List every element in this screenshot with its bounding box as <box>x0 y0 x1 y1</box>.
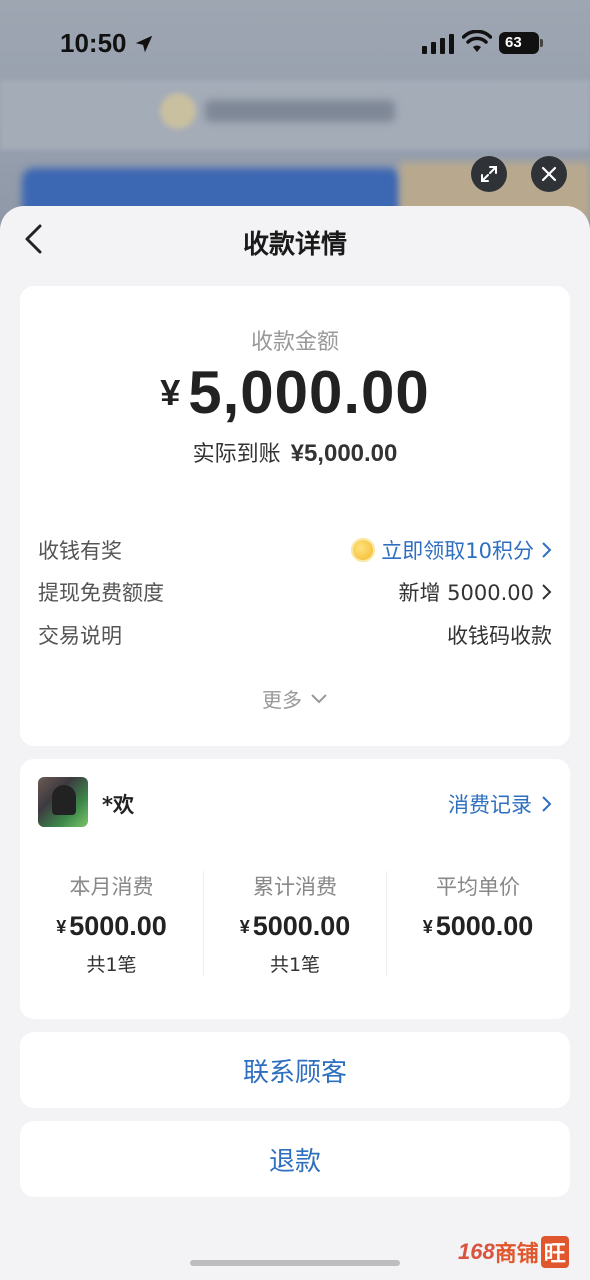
wifi-icon <box>462 30 492 52</box>
location-arrow-icon <box>135 35 153 53</box>
status-bar: 10:50 63 <box>0 0 590 88</box>
amount-number: 5,000.00 <box>188 359 430 426</box>
expand-button[interactable] <box>471 156 507 192</box>
received-label: 实际到账 <box>192 442 281 467</box>
watermark-text: 商铺 <box>494 1242 539 1267</box>
refund-button[interactable]: 退款 <box>20 1121 570 1197</box>
chevron-down-icon <box>311 693 327 703</box>
stat-label: 本月消费 <box>69 875 154 899</box>
amount-label: 收款金额 <box>250 330 339 355</box>
withdraw-quota-text: 新增 5000.00 <box>398 581 534 605</box>
payment-detail-sheet: 收款详情 收款金额 ¥5,000.00 实际到账 ¥5,000.00 收钱有奖 立… <box>0 206 590 1280</box>
chevron-right-icon <box>542 584 552 600</box>
stat-value: ¥5000.00 <box>387 911 569 942</box>
home-indicator <box>190 1260 400 1266</box>
avatar <box>38 777 88 827</box>
cellular-signal-icon <box>422 34 454 54</box>
background-logo <box>160 93 196 129</box>
stat-count: 共1笔 <box>269 954 321 976</box>
stat-count: 共1笔 <box>86 954 137 976</box>
battery-icon: 63 <box>499 32 543 54</box>
reward-label: 收钱有奖 <box>38 539 122 563</box>
stat-currency: ¥ <box>422 917 433 937</box>
close-button[interactable] <box>531 156 567 192</box>
transaction-description-row: 交易说明 收钱码收款 <box>38 619 552 651</box>
watermark-number: 168 <box>458 1239 495 1264</box>
transaction-description-value: 收钱码收款 <box>447 624 552 648</box>
customer-card: *欢 消费记录 本月消费 ¥5000.00 共1笔 累计消费 ¥5000.00 … <box>20 759 570 1019</box>
chevron-right-icon <box>542 542 552 558</box>
stat-label: 累计消费 <box>253 875 337 899</box>
transaction-description-label: 交易说明 <box>38 624 122 648</box>
withdraw-quota-value[interactable]: 新增 5000.00 <box>398 577 552 607</box>
stat-currency: ¥ <box>56 917 67 937</box>
stat-label: 平均单价 <box>436 875 520 899</box>
close-icon <box>541 166 557 182</box>
stat-value: ¥5000.00 <box>20 911 203 942</box>
sheet-header: 收款详情 <box>0 206 590 272</box>
watermark-logo: 168 商铺旺 <box>458 1232 582 1272</box>
chevron-right-icon <box>542 796 552 812</box>
received-value: ¥5,000.00 <box>290 440 398 467</box>
background-title <box>205 100 395 122</box>
withdraw-quota-label: 提现免费额度 <box>38 581 164 605</box>
stat-number: 5000.00 <box>252 911 351 941</box>
expand-icon <box>481 166 497 182</box>
stat-number: 5000.00 <box>69 911 167 941</box>
stat-value: ¥5000.00 <box>204 911 386 942</box>
watermark-badge: 旺 <box>540 1236 569 1268</box>
more-button[interactable]: 更多 <box>20 684 570 713</box>
amount-card: 收款金额 ¥5,000.00 实际到账 ¥5,000.00 收钱有奖 立即领取10… <box>20 286 570 746</box>
amount-currency: ¥ <box>160 372 181 413</box>
reward-value[interactable]: 立即领取10积分 <box>351 535 552 565</box>
consumption-records-link[interactable]: 消费记录 <box>448 789 552 819</box>
stat-monthly: 本月消费 ¥5000.00 共1笔 <box>20 871 203 976</box>
battery-level: 63 <box>505 34 522 51</box>
stat-average: 平均单价 ¥5000.00 <box>386 871 569 976</box>
coin-icon <box>351 538 376 562</box>
contact-customer-button[interactable]: 联系顾客 <box>20 1032 570 1108</box>
amount-value: ¥5,000.00 <box>20 358 570 427</box>
withdraw-quota-row[interactable]: 提现免费额度 新增 5000.00 <box>38 576 552 608</box>
stat-number: 5000.00 <box>435 911 534 941</box>
contact-customer-label: 联系顾客 <box>242 1057 347 1088</box>
customer-name: *欢 <box>102 793 134 817</box>
reward-value-text: 立即领取10积分 <box>381 539 534 563</box>
status-time: 10:50 <box>60 28 127 58</box>
more-label: 更多 <box>262 688 302 712</box>
received-row: 实际到账 ¥5,000.00 <box>20 436 570 468</box>
page-title: 收款详情 <box>242 230 347 260</box>
stat-currency: ¥ <box>239 917 250 937</box>
consumption-records-label: 消费记录 <box>448 793 532 817</box>
refund-label: 退款 <box>268 1146 321 1177</box>
stat-count <box>387 950 569 976</box>
stat-total: 累计消费 ¥5000.00 共1笔 <box>203 871 386 976</box>
reward-row[interactable]: 收钱有奖 立即领取10积分 <box>38 534 552 566</box>
